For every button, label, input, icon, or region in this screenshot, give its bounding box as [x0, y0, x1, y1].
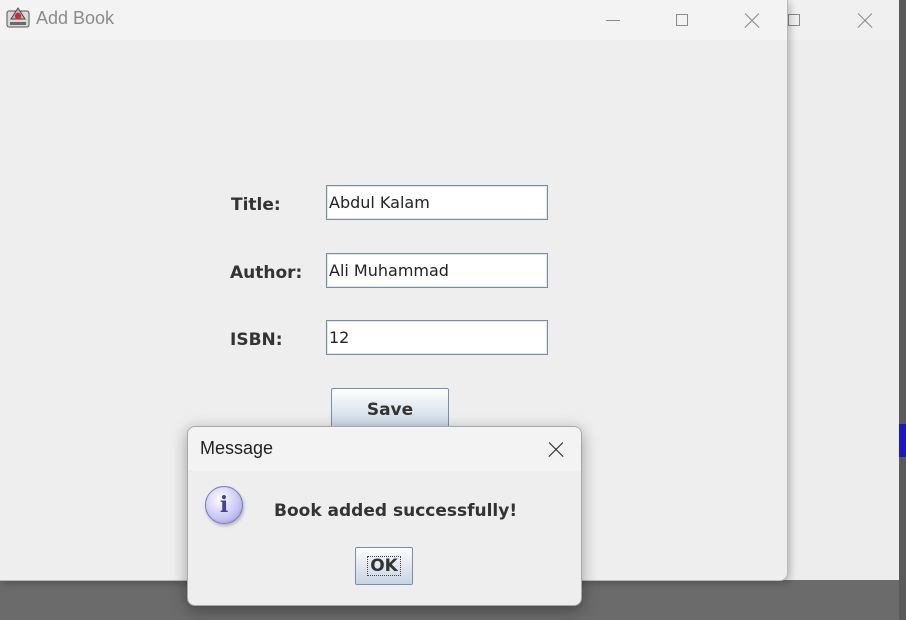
java-app-icon [6, 7, 30, 28]
maximize-icon [676, 14, 688, 26]
maximize-button[interactable] [662, 0, 702, 40]
close-icon [744, 12, 760, 28]
dialog-title: Message [200, 438, 274, 458]
dialog-message: Book added successfully! [274, 501, 518, 521]
edge-accent [899, 424, 906, 457]
save-button-label: Save [366, 400, 414, 420]
close-button[interactable] [732, 0, 772, 40]
window-title: Add Book [36, 8, 115, 28]
ok-button[interactable]: OK [355, 547, 413, 585]
title-label: Title: [231, 195, 281, 215]
author-field[interactable]: Ali Muhammad [326, 253, 548, 288]
background-close-button[interactable] [845, 0, 885, 40]
maximize-icon [788, 14, 800, 26]
close-icon [857, 12, 873, 28]
isbn-label: ISBN: [230, 330, 283, 350]
minimize-button[interactable] [593, 0, 633, 40]
screen-edge [899, 0, 906, 620]
dialog-close-button[interactable] [536, 429, 576, 469]
message-dialog: Message i Book added successfully! OK [187, 426, 582, 606]
close-icon [548, 441, 564, 457]
minimize-icon [606, 19, 620, 21]
title-field[interactable]: Abdul Kalam [326, 185, 548, 220]
information-icon: i [205, 486, 243, 524]
isbn-field[interactable]: 12 [326, 320, 548, 355]
ok-button-label: OK [367, 556, 401, 576]
author-label: Author: [230, 263, 303, 283]
